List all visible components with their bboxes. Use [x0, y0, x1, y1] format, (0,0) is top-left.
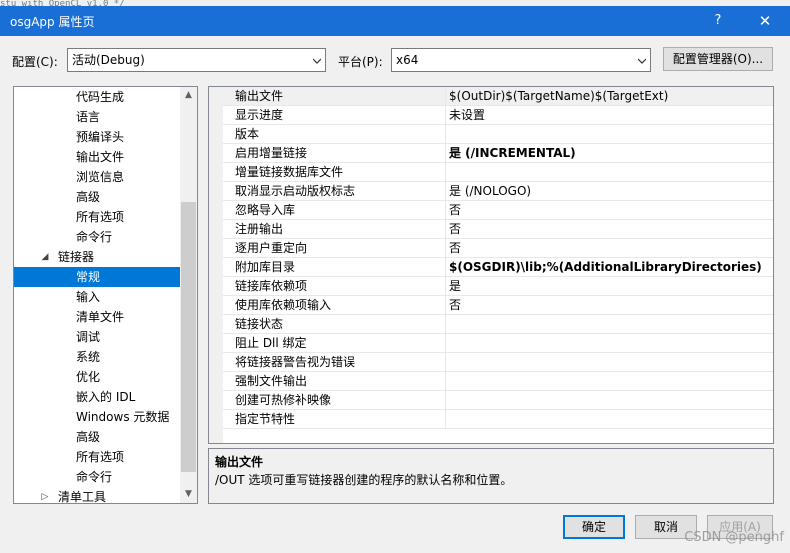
tree-item[interactable]: 调试 — [14, 327, 180, 347]
ok-button[interactable]: 确定 — [563, 515, 625, 539]
window-title: osgApp 属性页 — [10, 15, 95, 29]
tree-item[interactable]: 优化 — [14, 367, 180, 387]
property-row[interactable]: 附加库目录 $(OSGDIR)\lib;%(AdditionalLibraryDi… — [223, 258, 773, 277]
tree-item[interactable]: 所有选项 — [14, 447, 180, 467]
tree-item[interactable]: 清单文件 — [14, 307, 180, 327]
tree-item[interactable]: 高级 — [14, 187, 180, 207]
chevron-down-icon — [313, 58, 321, 64]
platform-label: 平台(P): — [338, 55, 383, 69]
tree-item[interactable]: 嵌入的 IDL — [14, 387, 180, 407]
platform-dropdown[interactable]: x64 — [391, 48, 651, 72]
property-row[interactable]: 链接库依赖项是 — [223, 277, 773, 296]
property-row[interactable]: 版本 — [223, 125, 773, 144]
tree-item[interactable]: 浏览信息 — [14, 167, 180, 187]
config-manager-button[interactable]: 配置管理器(O)... — [663, 47, 773, 71]
scroll-down-icon[interactable]: ▼ — [180, 486, 197, 503]
title-bar: osgApp 属性页 ? ✕ — [0, 6, 790, 36]
collapsed-triangle-icon[interactable]: ▷ — [40, 487, 50, 503]
category-tree[interactable]: 代码生成 语言 预编译头 输出文件 浏览信息 高级 所有选项 命令行 ◢ 链接器… — [13, 86, 198, 504]
property-row[interactable]: 创建可热修补映像 — [223, 391, 773, 410]
scroll-thumb[interactable] — [181, 202, 196, 472]
config-label: 配置(C): — [12, 55, 58, 69]
tree-item[interactable]: Windows 元数据 — [14, 407, 180, 427]
property-row[interactable]: 指定节特性 — [223, 410, 773, 429]
tree-item-general-selected[interactable]: 常规 — [14, 267, 180, 287]
property-row[interactable]: 增量链接数据库文件 — [223, 163, 773, 182]
property-row[interactable]: 注册输出否 — [223, 220, 773, 239]
property-row[interactable]: 取消显示启动版权标志是 (/NOLOGO) — [223, 182, 773, 201]
tree-scrollbar[interactable]: ▲ ▼ — [180, 87, 197, 503]
property-row[interactable]: 将链接器警告视为错误 — [223, 353, 773, 372]
property-row[interactable]: 强制文件输出 — [223, 372, 773, 391]
watermark-text: CSDN @penghf — [684, 530, 784, 545]
tree-item-manifest-tool[interactable]: ▷ 清单工具 — [14, 487, 180, 503]
expanded-triangle-icon[interactable]: ◢ — [40, 247, 50, 267]
property-row[interactable]: 使用库依赖项输入否 — [223, 296, 773, 315]
property-row[interactable]: 启用增量链接是 (/INCREMENTAL) — [223, 144, 773, 163]
property-row-output-file[interactable]: 输出文件 $(OutDir)$(TargetName)$(TargetExt) — [223, 87, 773, 106]
config-value: 活动(Debug) — [72, 53, 145, 67]
description-text: /OUT 选项可重写链接器创建的程序的默认名称和位置。 — [215, 473, 513, 487]
config-dropdown[interactable]: 活动(Debug) — [67, 48, 326, 72]
tree-item[interactable]: 命令行 — [14, 467, 180, 487]
property-row[interactable]: 逐用户重定向否 — [223, 239, 773, 258]
scroll-up-icon[interactable]: ▲ — [180, 87, 197, 104]
grid-gutter — [209, 87, 223, 443]
help-button[interactable]: ? — [706, 9, 730, 33]
platform-value: x64 — [396, 53, 419, 67]
tree-item[interactable]: 输入 — [14, 287, 180, 307]
tree-item[interactable]: 代码生成 — [14, 87, 180, 107]
property-row[interactable]: 链接状态 — [223, 315, 773, 334]
property-row[interactable]: 显示进度 未设置 — [223, 106, 773, 125]
tree-item[interactable]: 高级 — [14, 427, 180, 447]
tree-item[interactable]: 语言 — [14, 107, 180, 127]
close-button[interactable]: ✕ — [750, 9, 780, 33]
tree-item[interactable]: 预编译头 — [14, 127, 180, 147]
property-row[interactable]: 忽略导入库否 — [223, 201, 773, 220]
tree-item[interactable]: 命令行 — [14, 227, 180, 247]
tree-item-linker[interactable]: ◢ 链接器 — [14, 247, 180, 267]
tree-item[interactable]: 系统 — [14, 347, 180, 367]
description-panel: 输出文件 /OUT 选项可重写链接器创建的程序的默认名称和位置。 — [208, 448, 774, 504]
tree-item[interactable]: 所有选项 — [14, 207, 180, 227]
tree-item[interactable]: 输出文件 — [14, 147, 180, 167]
property-grid[interactable]: 输出文件 $(OutDir)$(TargetName)$(TargetExt) 显… — [208, 86, 774, 444]
chevron-down-icon — [638, 58, 646, 64]
property-row[interactable]: 阻止 Dll 绑定 — [223, 334, 773, 353]
description-title: 输出文件 — [215, 455, 264, 469]
